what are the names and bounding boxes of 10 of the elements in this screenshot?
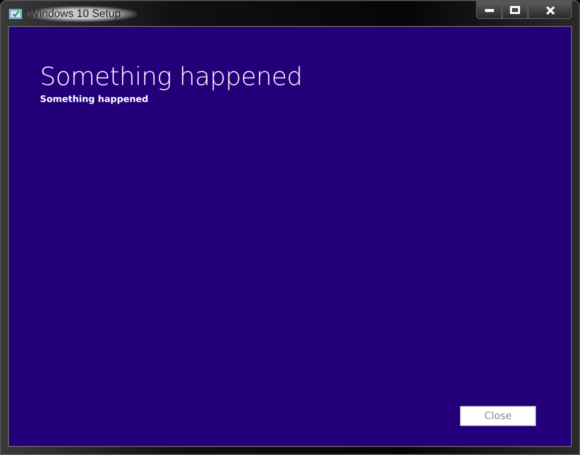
setup-icon: [9, 8, 22, 19]
minimize-button[interactable]: [476, 1, 502, 19]
maximize-button[interactable]: [502, 1, 528, 19]
heading: Something happened: [40, 62, 302, 91]
maximize-icon: [510, 6, 520, 14]
close-dialog-button[interactable]: Close: [460, 406, 536, 426]
close-icon: [546, 6, 554, 14]
close-button[interactable]: [528, 1, 572, 19]
error-message: Something happened: [40, 95, 148, 105]
minimize-icon: [484, 8, 494, 12]
